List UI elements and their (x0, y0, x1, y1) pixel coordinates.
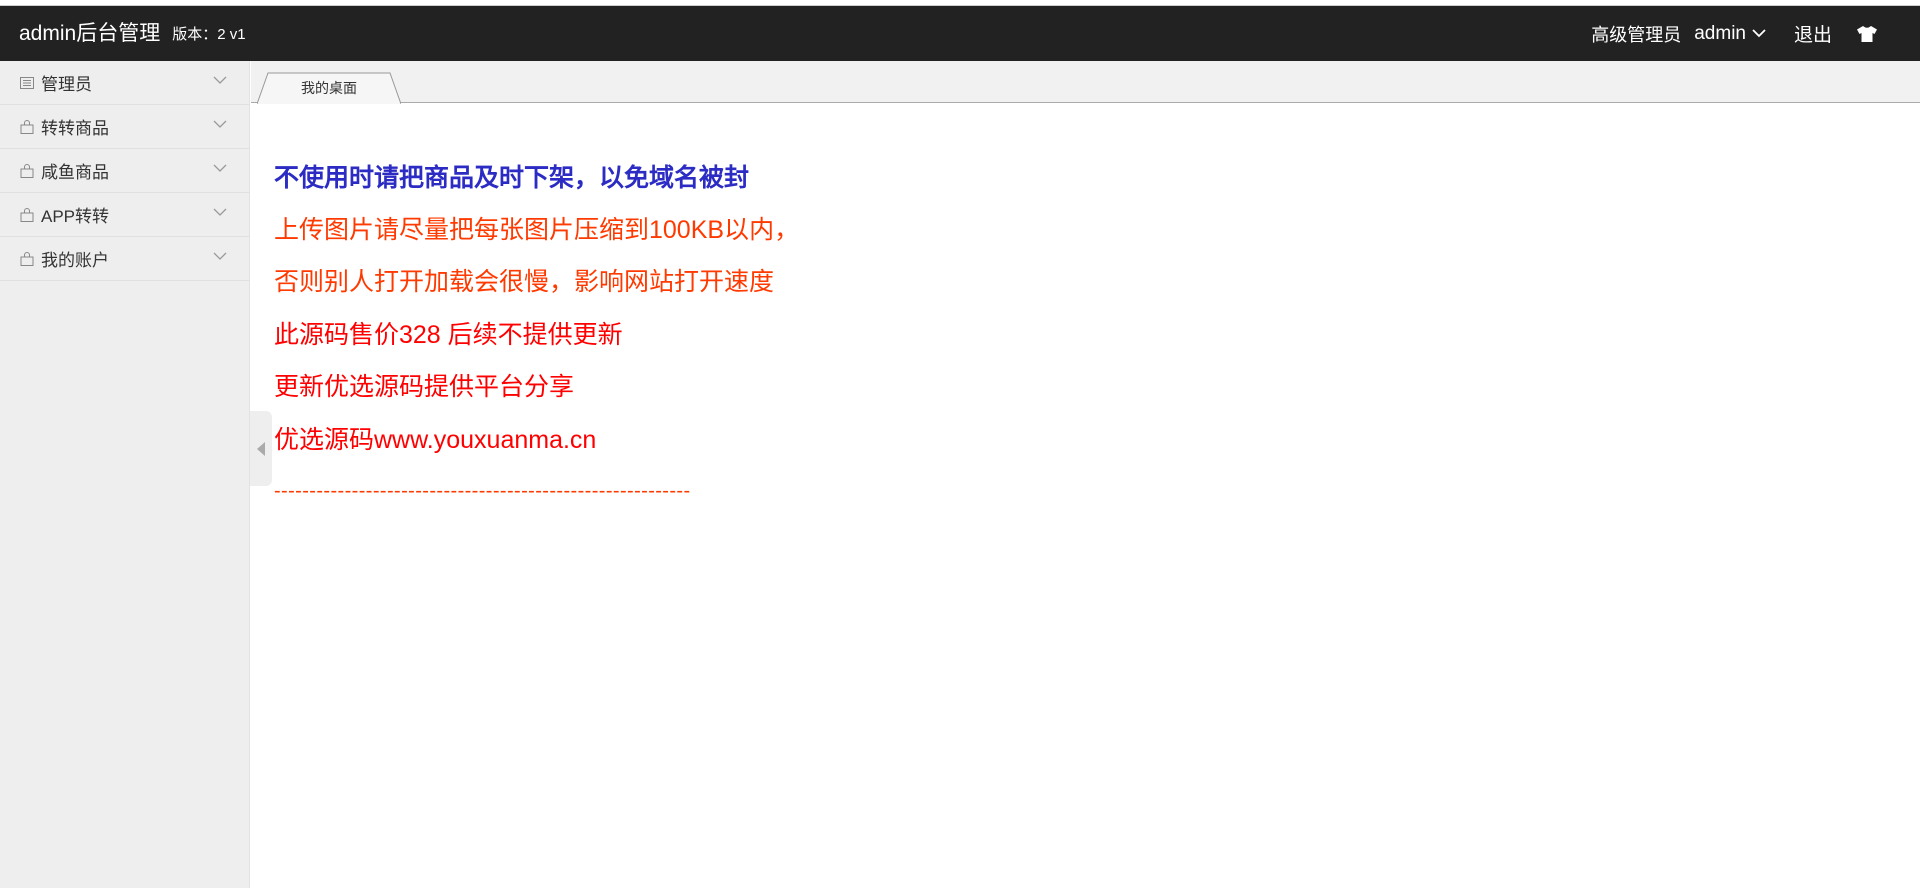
bag-icon (20, 163, 34, 178)
sidebar-item-label: 管理员 (41, 75, 92, 94)
tab-my-desktop[interactable]: 我的桌面 (257, 72, 401, 104)
tab-bar: 我的桌面 (251, 61, 1920, 104)
user-role: 高级管理员 (1591, 24, 1682, 45)
sidebar: 管理员 转转商品 咸鱼商品 APP转转 我的账户 (0, 61, 250, 888)
bag-icon (20, 251, 34, 266)
list-icon (20, 76, 34, 90)
tshirt-icon (1857, 25, 1877, 42)
dashed-divider: ----------------------------------------… (274, 480, 691, 502)
sidebar-collapse-handle[interactable] (250, 411, 272, 486)
chevron-down-icon (213, 208, 227, 216)
notice-line: 优选源码www.youxuanma.cn (274, 426, 597, 454)
sidebar-item-label: APP转转 (41, 207, 110, 226)
tab-label: 我的桌面 (301, 80, 357, 96)
chevron-down-icon (213, 120, 227, 128)
top-header: admin后台管理 版本：2 v1 高级管理员 admin 退出 (0, 6, 1920, 61)
caret-left-icon (257, 441, 265, 456)
chevron-down-icon (1752, 29, 1766, 38)
user-menu[interactable]: admin (1694, 23, 1766, 45)
chevron-down-icon (213, 164, 227, 172)
notice-line: 更新优选源码提供平台分享 (274, 373, 575, 401)
sidebar-item-app-zhuanzhuan[interactable]: APP转转 (0, 193, 249, 237)
username: admin (1694, 22, 1746, 44)
notice-line: 上传图片请尽量把每张图片压缩到100KB以内， (274, 216, 800, 244)
app-logo[interactable]: admin后台管理 (19, 6, 160, 61)
logout-link[interactable]: 退出 (1794, 20, 1832, 47)
notice-line: 不使用时请把商品及时下架，以免域名被封 (274, 164, 750, 192)
chevron-down-icon (213, 76, 227, 84)
notice-line: 否则别人打开加载会很慢，影响网站打开速度 (274, 268, 775, 296)
sidebar-item-label: 我的账户 (41, 251, 109, 270)
sidebar-item-label: 转转商品 (41, 119, 109, 138)
skin-switcher[interactable] (1856, 25, 1878, 43)
version-label: 版本：2 v1 (172, 26, 246, 43)
sidebar-item-zhuanzhuan-goods[interactable]: 转转商品 (0, 105, 249, 149)
sidebar-item-xianyu-goods[interactable]: 咸鱼商品 (0, 149, 249, 193)
sidebar-item-my-account[interactable]: 我的账户 (0, 237, 249, 281)
chevron-down-icon (213, 252, 227, 260)
sidebar-item-admin[interactable]: 管理员 (0, 61, 249, 105)
bag-icon (20, 119, 34, 134)
sidebar-item-label: 咸鱼商品 (41, 163, 109, 182)
notice-line: 此源码售价328 后续不提供更新 (274, 321, 623, 349)
header-right: 高级管理员 admin 退出 (1591, 6, 1920, 61)
bag-icon (20, 207, 34, 222)
